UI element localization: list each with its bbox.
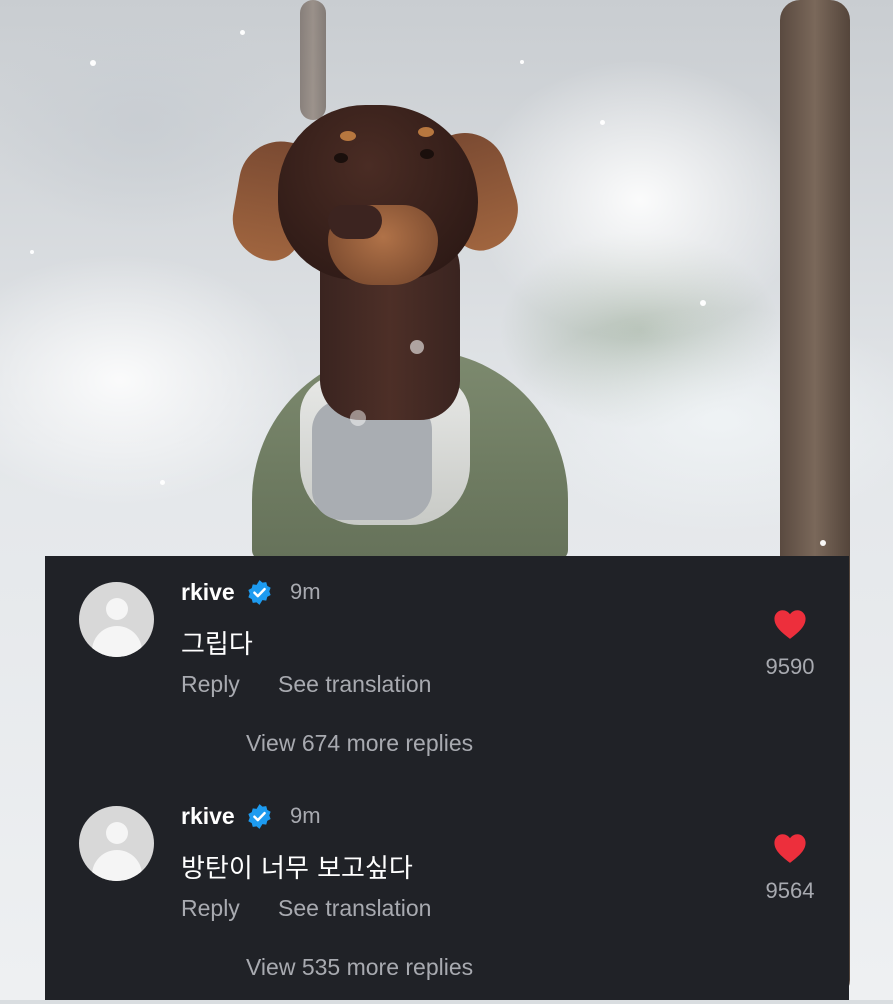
verified-badge-icon: [248, 804, 271, 829]
username[interactable]: rkive: [181, 803, 235, 830]
comments-panel: rkive 9m 그립다 Reply See translation View …: [45, 556, 849, 1000]
comment-item: rkive 9m 방탄이 너무 보고싶다 Reply See translati…: [45, 780, 849, 1004]
avatar-body: [92, 626, 142, 657]
see-translation-button[interactable]: See translation: [278, 895, 431, 922]
snowflake: [240, 30, 245, 35]
snowflake: [160, 480, 165, 485]
view-more-replies-button[interactable]: View 674 more replies: [246, 730, 473, 757]
like-count: 9564: [765, 878, 815, 903]
comment-text: 그립다: [181, 630, 253, 660]
comment-text: 방탄이 너무 보고싶다: [181, 854, 413, 884]
snowflake: [520, 60, 524, 64]
snowflake: [30, 250, 34, 254]
like-count: 9590: [765, 654, 815, 679]
dog-muzzle: [328, 205, 438, 285]
snowflake: [600, 120, 605, 125]
snowflake: [700, 300, 706, 306]
dog-image: [226, 100, 570, 560]
timestamp: 9m: [290, 579, 321, 604]
snowflake: [350, 410, 366, 426]
avatar-body: [92, 850, 142, 881]
dog-head: [278, 105, 478, 285]
timestamp: 9m: [290, 803, 321, 828]
see-translation-button[interactable]: See translation: [278, 671, 431, 698]
snowflake: [90, 60, 96, 66]
avatar-head: [106, 822, 128, 844]
dog-brow-right: [418, 127, 434, 137]
reply-button[interactable]: Reply: [181, 895, 240, 922]
reply-button[interactable]: Reply: [181, 671, 240, 698]
heart-icon[interactable]: [773, 608, 807, 640]
snowflake: [820, 540, 826, 546]
snowflake: [410, 340, 424, 354]
heart-icon[interactable]: [773, 832, 807, 864]
avatar[interactable]: [79, 806, 154, 881]
username[interactable]: rkive: [181, 579, 235, 606]
view-more-replies-button[interactable]: View 535 more replies: [246, 954, 473, 981]
avatar-head: [106, 598, 128, 620]
verified-badge-icon: [248, 580, 271, 605]
dog-eye-right: [420, 149, 434, 159]
dog-eye-left: [334, 153, 348, 163]
avatar[interactable]: [79, 582, 154, 657]
dog-brow-left: [340, 131, 356, 141]
dog-nose: [328, 205, 382, 239]
comment-item: rkive 9m 그립다 Reply See translation View …: [45, 556, 849, 780]
